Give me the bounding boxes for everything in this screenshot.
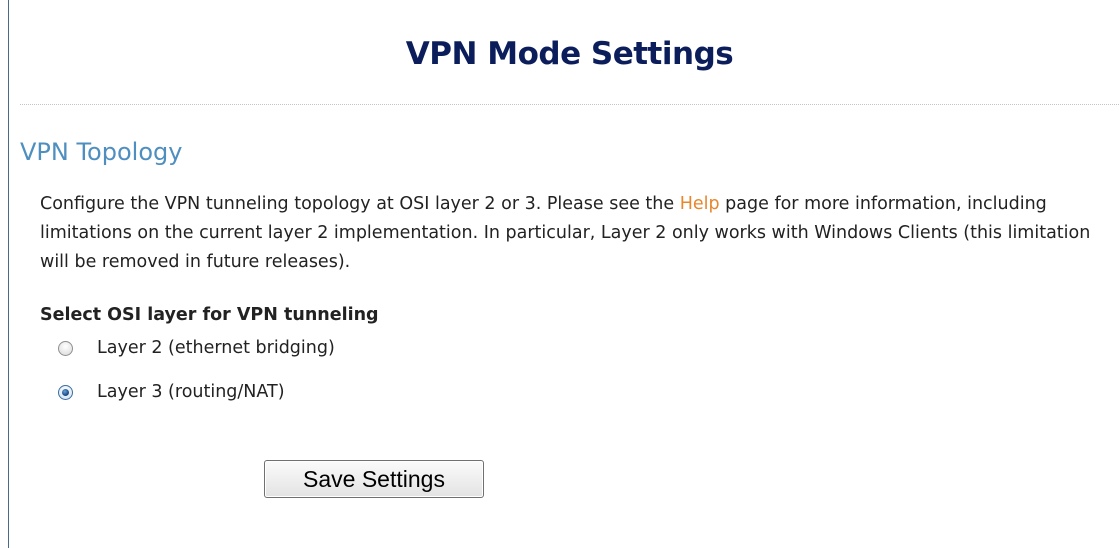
- topology-description: Configure the VPN tunneling topology at …: [40, 190, 1105, 277]
- radio-option-layer-2[interactable]: Layer 2 (ethernet bridging): [58, 338, 335, 358]
- help-link[interactable]: Help: [680, 194, 720, 214]
- layer-3-radio-label[interactable]: Layer 3 (routing/NAT): [97, 382, 285, 402]
- layer-2-radio[interactable]: [58, 340, 73, 356]
- layer-2-radio-label[interactable]: Layer 2 (ethernet bridging): [97, 338, 335, 358]
- left-border-rule: [8, 0, 9, 548]
- description-text-start: Configure the VPN tunneling topology at …: [40, 194, 680, 214]
- page-title: VPN Mode Settings: [405, 36, 734, 72]
- section-heading-vpn-topology: VPN Topology: [20, 138, 183, 166]
- title-divider: [20, 104, 1119, 105]
- layer-3-radio[interactable]: [58, 384, 73, 400]
- osi-layer-select-label: Select OSI layer for VPN tunneling: [40, 305, 379, 325]
- save-settings-button[interactable]: Save Settings: [264, 460, 484, 498]
- radio-option-layer-3[interactable]: Layer 3 (routing/NAT): [58, 382, 285, 402]
